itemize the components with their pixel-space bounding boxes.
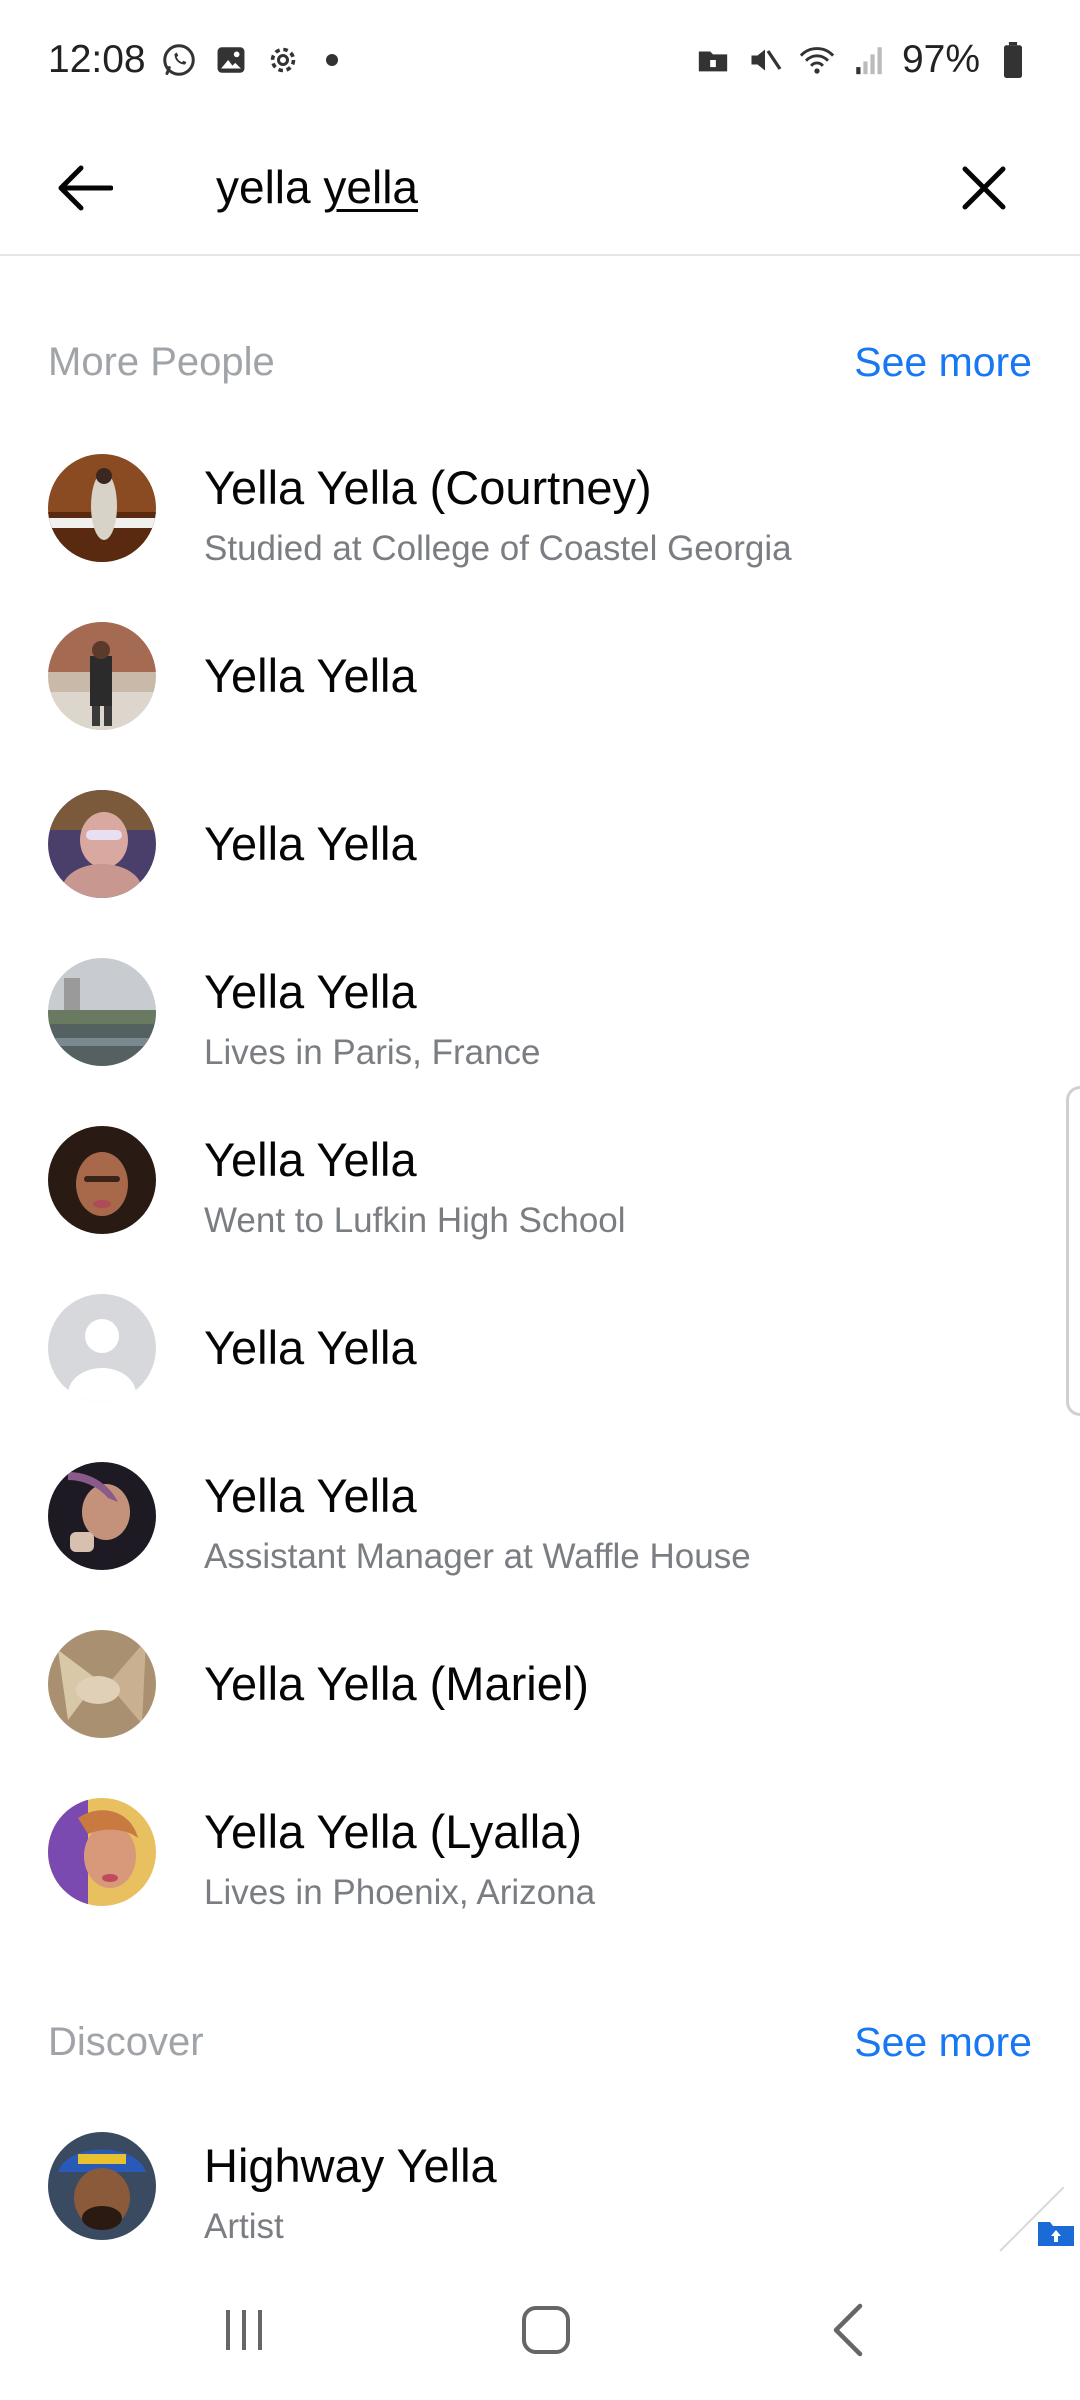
battery-percent: 97% <box>901 38 980 81</box>
avatar <box>48 454 156 562</box>
battery-icon <box>994 41 1032 79</box>
list-item[interactable]: Yella Yella (Lyalla) Lives in Phoenix, A… <box>0 1768 1080 1936</box>
person-subtitle: Went to Lufkin High School <box>204 1201 626 1240</box>
gallery-icon <box>212 41 250 79</box>
search-header: yella yella <box>0 120 1080 256</box>
search-query-word-1: yella <box>216 161 311 213</box>
list-item-text: Yella Yella <box>204 816 417 871</box>
person-name: Yella Yella <box>204 817 417 870</box>
person-name: Yella Yella (Lyalla) <box>204 1805 583 1858</box>
person-name: Yella Yella <box>204 1321 417 1374</box>
person-name: Yella Yella (Mariel) <box>204 1657 589 1710</box>
list-item-text: Yella Yella <box>204 1320 417 1375</box>
person-name: Yella Yella <box>204 1469 417 1522</box>
screen: 12:08 97% yella yella More People See mo… <box>0 0 1080 2400</box>
see-more-link[interactable]: See more <box>854 339 1032 386</box>
page-category: Artist <box>204 2207 284 2246</box>
list-item-text: Yella Yella Lives in Paris, France <box>204 964 541 1073</box>
list-item-text: Yella Yella (Courtney) Studied at Colleg… <box>204 460 792 569</box>
home-button[interactable] <box>506 2290 586 2370</box>
status-bar-left: 12:08 <box>48 38 338 82</box>
clock: 12:08 <box>48 38 146 81</box>
list-item[interactable]: Yella Yella <box>0 592 1080 760</box>
default-avatar-icon <box>48 1294 156 1402</box>
search-input[interactable]: yella yella <box>216 160 418 214</box>
arrow-left-icon <box>58 165 113 211</box>
person-name: Yella Yella <box>204 649 417 702</box>
settings-icon <box>264 41 302 79</box>
status-bar-right: 97% <box>694 38 1032 82</box>
person-name: Yella Yella <box>204 965 417 1018</box>
avatar <box>48 1462 156 1570</box>
edge-panel-handle[interactable] <box>1066 1086 1080 1416</box>
list-item[interactable]: Yella Yella <box>0 760 1080 928</box>
person-name: Yella Yella (Courtney) <box>204 461 652 514</box>
home-icon <box>522 2306 570 2354</box>
section-header-discover: Discover See more <box>48 2012 1032 2072</box>
person-subtitle: Lives in Phoenix, Arizona <box>204 1873 596 1912</box>
clear-search-button[interactable] <box>940 144 1028 232</box>
vpn-lock-icon <box>694 41 732 79</box>
chevron-left-icon <box>833 2303 863 2357</box>
section-header-more-people: More People See more <box>48 332 1032 392</box>
avatar <box>48 1630 156 1738</box>
person-subtitle: Studied at College of Coastel Georgia <box>204 529 792 568</box>
status-bar: 12:08 97% <box>0 0 1080 120</box>
avatar <box>48 790 156 898</box>
avatar <box>48 622 156 730</box>
avatar <box>48 1126 156 1234</box>
see-more-link[interactable]: See more <box>854 2019 1032 2066</box>
list-item-text: Yella Yella (Lyalla) Lives in Phoenix, A… <box>204 1804 595 1913</box>
notification-dot-icon <box>325 54 338 66</box>
person-subtitle: Lives in Paris, France <box>204 1033 541 1072</box>
list-item[interactable]: Highway Yella Artist <box>0 2102 1080 2270</box>
list-item[interactable]: Yella Yella Assistant Manager at Waffle … <box>0 1432 1080 1600</box>
signal-icon <box>850 41 888 79</box>
list-item[interactable]: Yella Yella (Courtney) Studied at Colleg… <box>0 424 1080 592</box>
close-icon <box>962 166 1006 210</box>
list-item-text: Yella Yella <box>204 648 417 703</box>
back-button[interactable] <box>40 144 128 232</box>
list-item-text: Yella Yella (Mariel) <box>204 1656 589 1711</box>
list-item-text: Yella Yella Went to Lufkin High School <box>204 1132 626 1241</box>
system-back-button[interactable] <box>808 2290 888 2370</box>
list-item[interactable]: Yella Yella <box>0 1264 1080 1432</box>
whatsapp-icon <box>160 41 198 79</box>
person-name: Yella Yella <box>204 1133 417 1186</box>
mute-icon <box>746 41 784 79</box>
system-nav-bar <box>0 2260 1080 2400</box>
page-name: Highway Yella <box>204 2139 497 2192</box>
list-item[interactable]: Yella Yella Went to Lufkin High School <box>0 1096 1080 1264</box>
list-item[interactable]: Yella Yella Lives in Paris, France <box>0 928 1080 1096</box>
recents-icon <box>226 2310 262 2350</box>
person-subtitle: Assistant Manager at Waffle House <box>204 1537 751 1576</box>
avatar <box>48 2132 156 2240</box>
search-query-word-2: yella <box>323 161 418 213</box>
folder-upload-icon[interactable] <box>1036 2216 1076 2248</box>
avatar <box>48 958 156 1066</box>
list-item-text: Highway Yella Artist <box>204 2138 497 2247</box>
list-item-text: Yella Yella Assistant Manager at Waffle … <box>204 1468 751 1577</box>
list-item[interactable]: Yella Yella (Mariel) <box>0 1600 1080 1768</box>
wifi-icon <box>798 41 836 79</box>
recent-apps-button[interactable] <box>204 2290 284 2370</box>
section-title: More People <box>48 339 275 384</box>
avatar <box>48 1798 156 1906</box>
section-title: Discover <box>48 2019 204 2064</box>
